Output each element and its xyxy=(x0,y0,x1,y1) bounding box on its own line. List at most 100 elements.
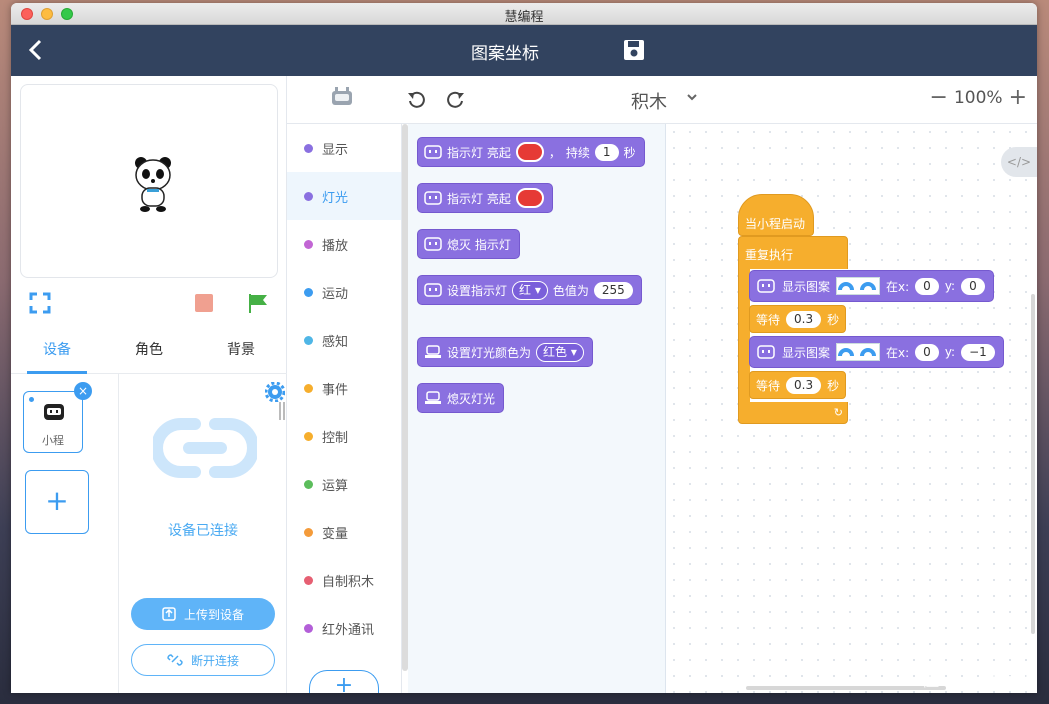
category-motion[interactable]: 运动 xyxy=(287,268,401,316)
category-operators[interactable]: 运算 xyxy=(287,460,401,508)
color-dropdown[interactable]: 红 ▾ xyxy=(512,280,548,300)
workspace-vscroll[interactable] xyxy=(1031,294,1035,634)
robot-device-icon xyxy=(44,404,64,420)
block-text: 熄灭 指示灯 xyxy=(447,237,511,252)
link-icon xyxy=(153,418,257,478)
wait-block[interactable]: 等待 0.3 秒 xyxy=(749,371,847,399)
device-card[interactable]: × 小程 xyxy=(23,382,92,453)
block-text: y: xyxy=(944,279,956,293)
block-text: ， xyxy=(548,145,561,160)
resize-grip[interactable] xyxy=(279,402,285,420)
block-led-on-duration[interactable]: 指示灯 亮起 ， 持续 1 秒 xyxy=(417,137,645,167)
color-picker[interactable] xyxy=(515,142,544,162)
when-start-hat-block[interactable]: 当小程启动 xyxy=(738,194,814,236)
editor-toolbar: 积木 − 100% + xyxy=(287,76,1037,124)
back-chevron-icon[interactable] xyxy=(25,37,47,63)
y-input[interactable]: 0 xyxy=(961,277,985,295)
add-device-button[interactable]: + xyxy=(25,470,89,534)
app-window: 慧编程 图案坐标 设备 角色 背景 × 小程 + 设备已连接 上传到设备 断开连… xyxy=(11,3,1037,693)
tab-sprites[interactable]: 角色 xyxy=(103,326,195,373)
wait-block[interactable]: 等待 0.3 秒 xyxy=(749,305,847,333)
block-led-on[interactable]: 指示灯 亮起 xyxy=(417,183,553,213)
block-set-light-color[interactable]: 设置灯光颜色为 红色 ▾ xyxy=(417,337,593,367)
script-workspace[interactable]: </> 当小程启动 重复执行 ↻ 显示图案 在x: 0 y: 0 等待 0.3 … xyxy=(666,124,1037,693)
device-thumb-icon[interactable] xyxy=(331,86,353,108)
category-infrared[interactable]: 红外通讯 xyxy=(287,604,401,652)
block-light-off[interactable]: 熄灭灯光 xyxy=(417,383,505,413)
stage-canvas[interactable] xyxy=(20,84,278,278)
wait-input[interactable]: 0.3 xyxy=(786,310,822,328)
category-label: 红外通讯 xyxy=(322,622,375,638)
fullscreen-icon[interactable] xyxy=(29,292,51,314)
workspace-hscroll[interactable] xyxy=(746,686,946,690)
category-label: 自制积木 xyxy=(322,574,375,590)
robot-block-icon xyxy=(757,279,775,293)
y-input[interactable]: −1 xyxy=(961,343,995,361)
robot-block-icon xyxy=(424,237,442,251)
duration-input[interactable]: 1 xyxy=(594,143,619,161)
window-title: 慧编程 xyxy=(504,10,544,25)
block-text: 熄灭灯光 xyxy=(447,391,496,406)
category-label: 播放 xyxy=(322,238,349,254)
device-list: × 小程 + xyxy=(11,374,119,693)
save-icon[interactable] xyxy=(623,39,645,61)
gear-icon[interactable] xyxy=(265,382,285,402)
block-text: 色值为 xyxy=(552,283,589,298)
tab-devices[interactable]: 设备 xyxy=(11,326,103,374)
green-flag-icon[interactable] xyxy=(247,292,269,314)
show-pattern-block[interactable]: 显示图案 在x: 0 y: 0 xyxy=(749,270,994,302)
value-input[interactable]: 255 xyxy=(593,281,633,299)
category-my-blocks[interactable]: 自制积木 xyxy=(287,556,401,604)
undo-icon[interactable] xyxy=(407,90,427,108)
category-light[interactable]: 灯光 xyxy=(287,172,401,220)
chevron-down-icon[interactable] xyxy=(685,90,699,104)
x-input[interactable]: 0 xyxy=(915,343,939,361)
category-sound[interactable]: 播放 xyxy=(287,220,401,268)
block-text: 秒 xyxy=(623,145,636,160)
block-text: 持续 xyxy=(565,145,590,160)
mode-select[interactable]: 积木 xyxy=(631,88,667,114)
upload-button[interactable]: 上传到设备 xyxy=(131,598,275,630)
stop-button[interactable] xyxy=(195,294,213,312)
category-display[interactable]: 显示 xyxy=(287,124,401,172)
category-label: 灯光 xyxy=(322,190,349,206)
block-text: 等待 xyxy=(756,312,781,327)
block-text: 设置灯光颜色为 xyxy=(447,345,532,360)
panda-sprite[interactable] xyxy=(133,155,173,213)
block-text: 当小程启动 xyxy=(745,217,806,231)
category-variables[interactable]: 变量 xyxy=(287,508,401,556)
category-dot xyxy=(304,431,313,441)
disconnect-button[interactable]: 断开连接 xyxy=(131,644,275,676)
zoom-out-button[interactable]: − xyxy=(930,87,948,109)
block-set-led-value[interactable]: 设置指示灯 红 ▾ 色值为 255 xyxy=(417,275,642,305)
redo-icon[interactable] xyxy=(445,90,465,108)
lamp-block-icon xyxy=(425,391,441,404)
tab-backgrounds[interactable]: 背景 xyxy=(195,326,287,373)
category-dot xyxy=(304,239,313,249)
code-view-toggle[interactable]: </> xyxy=(1001,147,1037,177)
color-dropdown[interactable]: 红色 ▾ xyxy=(536,342,584,362)
pattern-grid[interactable] xyxy=(836,343,881,361)
category-label: 运动 xyxy=(322,286,349,302)
zoom-in-button[interactable]: + xyxy=(1009,87,1027,109)
upload-icon xyxy=(162,607,176,621)
pattern-grid[interactable] xyxy=(836,277,881,295)
block-led-off[interactable]: 熄灭 指示灯 xyxy=(417,229,520,259)
category-events[interactable]: 事件 xyxy=(287,364,401,412)
block-text: 等待 xyxy=(756,378,781,393)
add-extension-button[interactable]: + xyxy=(309,670,379,693)
wait-input[interactable]: 0.3 xyxy=(786,376,822,394)
color-picker[interactable] xyxy=(515,188,544,208)
category-dot xyxy=(304,383,313,393)
robot-block-icon xyxy=(757,345,775,359)
remove-device-icon[interactable]: × xyxy=(74,382,92,400)
x-input[interactable]: 0 xyxy=(915,277,939,295)
watermark: 值 什么值得买 xyxy=(921,666,1035,692)
category-control[interactable]: 控制 xyxy=(287,412,401,460)
category-dot xyxy=(304,575,313,585)
category-sensing[interactable]: 感知 xyxy=(287,316,401,364)
show-pattern-block[interactable]: 显示图案 在x: 0 y: −1 xyxy=(749,336,1004,368)
watermark-text: 值 什么值得买 xyxy=(921,670,1035,691)
block-text: 秒 xyxy=(827,312,840,327)
block-text: 重复执行 xyxy=(745,248,794,262)
